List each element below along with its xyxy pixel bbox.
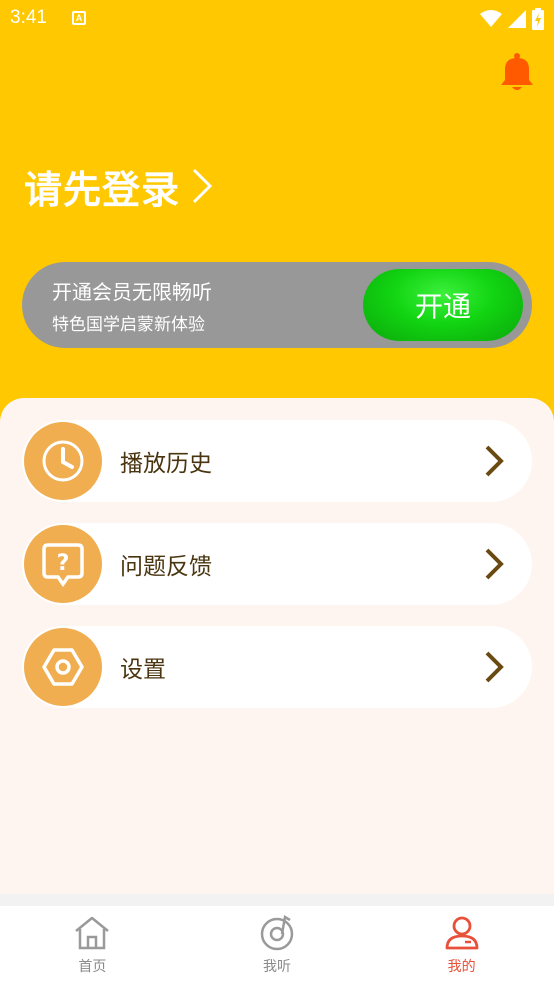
- tab-label-profile: 我的: [447, 959, 476, 975]
- tab-listen[interactable]: 我听: [185, 906, 370, 984]
- profile-icon: [445, 916, 479, 950]
- menu-item-settings[interactable]: 设置: [22, 626, 532, 708]
- notification-a-icon: A: [72, 11, 86, 25]
- menu-icon-circle: ?: [24, 525, 102, 603]
- tab-home[interactable]: 首页: [0, 906, 185, 984]
- tab-label-listen: 我听: [263, 959, 291, 975]
- chevron-right-icon: [485, 548, 504, 580]
- home-icon: [75, 916, 110, 950]
- menu-label-feedback: 问题反馈: [120, 554, 212, 580]
- login-text[interactable]: 请先登录: [24, 159, 180, 214]
- open-vip-button[interactable]: 开通: [363, 269, 523, 341]
- menu-icon-circle: [24, 628, 102, 706]
- login-prompt[interactable]: 请先登录: [24, 160, 214, 212]
- clock-icon: [42, 440, 84, 482]
- menu-item-history[interactable]: 播放历史: [22, 420, 532, 502]
- menu-label-settings: 设置: [120, 657, 166, 683]
- chevron-right-icon: [192, 168, 213, 204]
- feedback-icon: ?: [42, 543, 84, 587]
- status-bar: 3:41 A: [0, 0, 554, 40]
- vip-card: 开通会员无限畅听 特色国学启蒙新体验 开通: [22, 262, 532, 348]
- tab-label-home: 首页: [78, 959, 107, 975]
- svg-text:?: ?: [57, 551, 70, 576]
- menu-label-history: 播放历史: [120, 451, 212, 477]
- menu-item-feedback[interactable]: ? 问题反馈: [22, 523, 532, 605]
- tab-profile[interactable]: 我的: [369, 906, 554, 984]
- vip-subtitle: 特色国学启蒙新体验: [52, 315, 205, 335]
- bottom-tab-bar: 首页 我听 我的: [0, 906, 554, 984]
- header-background: [0, 0, 554, 430]
- wifi-icon: [480, 10, 502, 27]
- status-time: 3:41: [10, 7, 47, 28]
- chevron-right-icon: [485, 651, 504, 683]
- bell-icon[interactable]: [500, 52, 534, 92]
- vip-title: 开通会员无限畅听: [52, 280, 212, 304]
- tabbar-divider: [0, 894, 554, 906]
- menu-icon-circle: [24, 422, 102, 500]
- listen-icon: [260, 914, 294, 951]
- settings-icon: [42, 648, 84, 686]
- battery-icon: [532, 8, 544, 30]
- chevron-right-icon: [485, 445, 504, 477]
- signal-icon: [508, 10, 526, 28]
- menu-panel: 播放历史 ? 问题反馈 设置: [0, 398, 554, 894]
- status-icons: [480, 8, 544, 30]
